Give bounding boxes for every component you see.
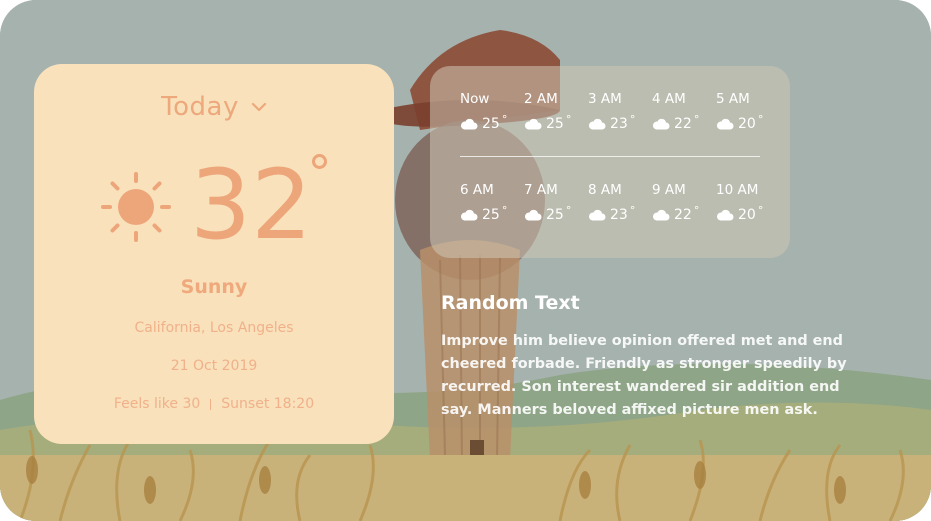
degree-mark: ° — [629, 203, 636, 217]
hour-temp-value: 25 — [482, 207, 500, 223]
today-card: Today 32 Sunny California, Los Angeles 2… — [34, 64, 394, 444]
cloud-icon — [524, 209, 542, 221]
hour-item[interactable]: 9 AM 22 ° — [652, 181, 716, 223]
hourly-divider — [460, 156, 760, 157]
hour-time: 7 AM — [524, 182, 558, 198]
hour-time: 5 AM — [716, 91, 750, 107]
hourly-row-2: 6 AM 25 ° 7 AM 25 ° 8 AM 23 ° 9 AM 22 ° 10 A… — [460, 181, 780, 223]
degree-symbol — [312, 154, 327, 169]
hour-item[interactable]: 8 AM 23 ° — [588, 181, 652, 223]
sun-icon — [101, 172, 171, 242]
hour-time: 9 AM — [652, 182, 686, 198]
today-label: Today — [161, 92, 239, 122]
hour-time: 8 AM — [588, 182, 622, 198]
hour-item[interactable]: 4 AM 22 ° — [652, 90, 716, 132]
hour-item[interactable]: Now 25 ° — [460, 90, 524, 132]
location-text: California, Los Angeles — [134, 320, 294, 336]
hour-time: Now — [460, 91, 490, 107]
degree-mark: ° — [629, 112, 636, 126]
cloud-icon — [652, 209, 670, 221]
hour-temp-value: 20 — [738, 207, 756, 223]
hour-item[interactable]: 6 AM 25 ° — [460, 181, 524, 223]
cloud-icon — [716, 118, 734, 130]
hour-item[interactable]: 5 AM 20 ° — [716, 90, 780, 132]
condition-text: Sunny — [180, 276, 248, 298]
current-temperature: 32 — [190, 149, 313, 261]
hour-temp-value: 25 — [546, 116, 564, 132]
cloud-icon — [588, 118, 606, 130]
hourly-row-1: Now 25 ° 2 AM 25 ° 3 AM 23 ° 4 AM 22 ° 5 AM … — [460, 90, 780, 132]
today-meta: Feels like 30 Sunset 18:20 — [34, 396, 394, 412]
hour-item[interactable]: 3 AM 23 ° — [588, 90, 652, 132]
degree-mark: ° — [501, 112, 508, 126]
degree-mark: ° — [565, 112, 572, 126]
chevron-down-icon[interactable] — [251, 102, 267, 112]
hour-time: 6 AM — [460, 182, 494, 198]
cloud-icon — [460, 118, 478, 130]
hour-temp-value: 25 — [546, 207, 564, 223]
degree-mark: ° — [501, 203, 508, 217]
hour-temp-value: 23 — [610, 116, 628, 132]
degree-mark: ° — [757, 112, 764, 126]
feels-like-text: Feels like 30 — [113, 396, 201, 412]
cloud-icon — [460, 209, 478, 221]
today-selector[interactable]: Today — [34, 92, 394, 122]
hour-temp-value: 20 — [738, 116, 756, 132]
hour-item[interactable]: 7 AM 25 ° — [524, 181, 588, 223]
meta-divider — [210, 398, 212, 410]
sunset-text: Sunset 18:20 — [221, 396, 315, 412]
cloud-icon — [652, 118, 670, 130]
degree-mark: ° — [757, 203, 764, 217]
degree-mark: ° — [693, 203, 700, 217]
hour-time: 4 AM — [652, 91, 686, 107]
degree-mark: ° — [693, 112, 700, 126]
random-text-title: Random Text — [441, 292, 580, 314]
date-text: 21 Oct 2019 — [170, 358, 258, 374]
cloud-icon — [716, 209, 734, 221]
hour-temp-value: 22 — [674, 207, 692, 223]
hour-temp-value: 25 — [482, 116, 500, 132]
cloud-icon — [524, 118, 542, 130]
hour-time: 3 AM — [588, 91, 622, 107]
hour-time: 2 AM — [524, 91, 558, 107]
background-frame: Today 32 Sunny California, Los Angeles 2… — [0, 0, 931, 521]
random-text-body: Improve him believe opinion offered met … — [441, 333, 847, 418]
hour-item[interactable]: 2 AM 25 ° — [524, 90, 588, 132]
hour-item[interactable]: 10 AM 20 ° — [716, 181, 780, 223]
degree-mark: ° — [565, 203, 572, 217]
hour-temp-value: 23 — [610, 207, 628, 223]
hour-temp-value: 22 — [674, 116, 692, 132]
hourly-forecast-card: Now 25 ° 2 AM 25 ° 3 AM 23 ° 4 AM 22 ° 5 AM … — [430, 66, 790, 258]
cloud-icon — [588, 209, 606, 221]
hour-time: 10 AM — [716, 182, 759, 198]
